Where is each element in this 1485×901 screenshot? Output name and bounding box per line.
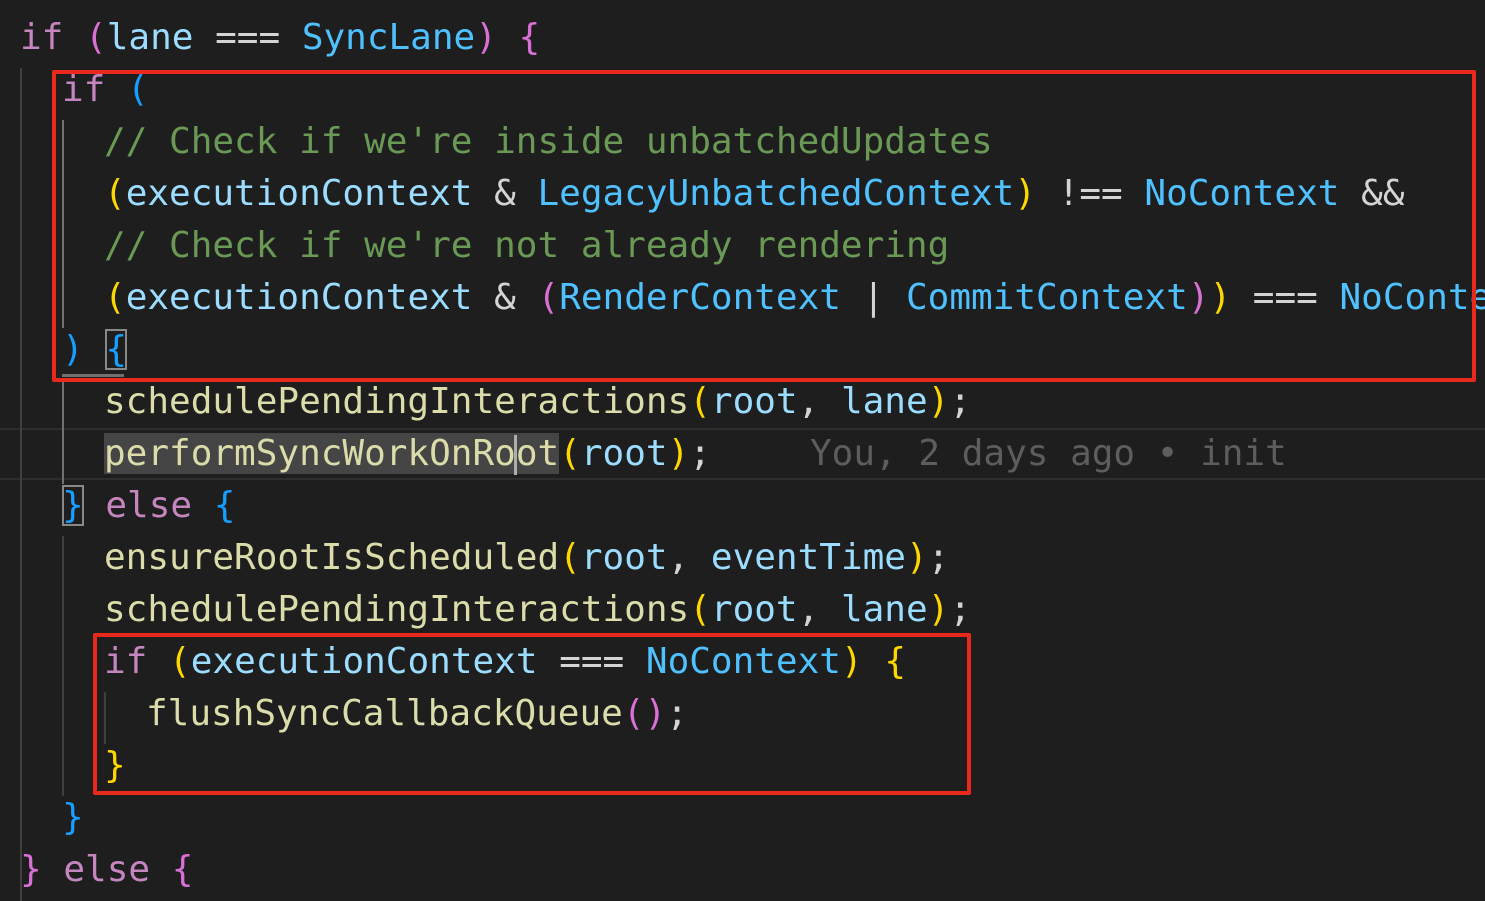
semicolon: ; [949,381,972,422]
comma: , [797,381,841,422]
semicolon: ; [949,589,972,630]
variable: lane [840,589,928,630]
indent-guide [62,536,64,796]
variable: eventTime [710,537,906,578]
keyword-else: else [63,849,151,890]
git-blame-annotation[interactable]: You, 2 days ago • init [810,428,1287,480]
code-line[interactable]: } [62,792,84,844]
paren: ) [667,433,690,474]
semicolon: ; [689,433,711,474]
code-line-current[interactable]: performSyncWorkOnRoot(root); [104,428,711,480]
function-call: ot [515,433,560,474]
paren: ( [559,537,581,578]
function-call: ensureRootIsScheduled [104,537,560,578]
variable: root [580,537,668,578]
paren: ) [905,537,928,578]
comma: , [797,589,841,630]
paren: ( [689,381,711,422]
comma: , [667,537,711,578]
operator: === [193,17,302,58]
brace: } [62,797,84,838]
function-call: performSyncWorkOnRo [104,433,516,474]
code-editor[interactable]: if (lane === SyncLane) { if ( // Check i… [0,0,1485,901]
brace: } [20,849,42,890]
code-line[interactable]: ensureRootIsScheduled(root, eventTime); [104,532,949,584]
brace: { [213,485,236,526]
annotation-highlight-box-condition [52,70,1476,382]
function-call: schedulePendingInteractions [104,381,690,422]
indent-guide-active [62,380,64,484]
semicolon: ; [927,537,950,578]
brace: { [518,17,541,58]
variable: lane [840,381,928,422]
paren: ) [927,381,950,422]
function-call: schedulePendingInteractions [104,589,690,630]
variable: root [710,381,798,422]
keyword-else: else [105,485,193,526]
paren: ( [559,433,581,474]
annotation-highlight-box-flush [93,633,971,795]
constant: SyncLane [301,17,476,58]
code-line[interactable]: schedulePendingInteractions(root, lane); [104,376,971,428]
paren: ( [85,17,107,58]
matched-brace: } [62,485,84,526]
variable: root [580,433,668,474]
code-line[interactable]: if (lane === SyncLane) { [20,12,540,64]
brace: { [171,849,194,890]
word-highlight: performSyncWorkOnRoot [104,433,560,475]
keyword-if: if [20,17,64,58]
indent-guide [20,68,22,901]
code-line[interactable]: } else { [20,844,193,896]
code-line[interactable]: schedulePendingInteractions(root, lane); [104,584,971,636]
paren: ( [689,589,711,630]
variable: lane [106,17,194,58]
variable: root [710,589,798,630]
paren: ) [927,589,950,630]
code-line[interactable]: } else { [62,480,235,532]
paren: ) [475,17,497,58]
